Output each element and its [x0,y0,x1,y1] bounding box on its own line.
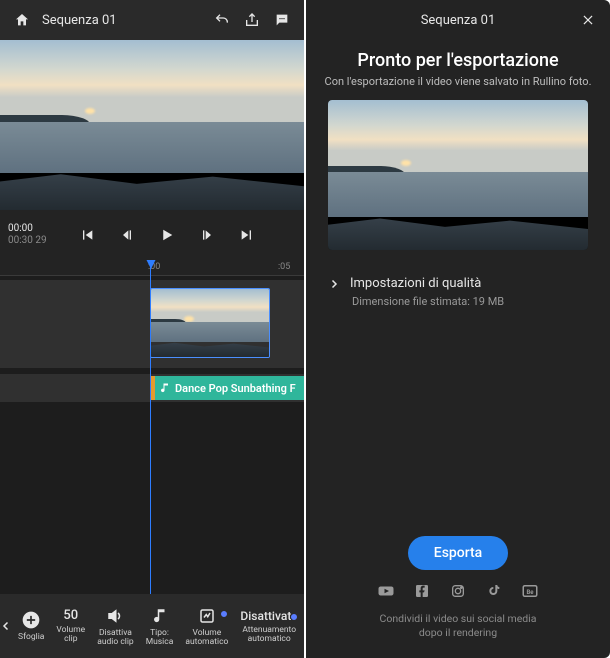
export-panel: Sequenza 01 Pronto per l'esportazione Co… [306,0,610,658]
quality-settings-label: Impostazioni di qualità [350,276,481,291]
social-row: Be [377,582,539,600]
quality-settings-row[interactable]: Impostazioni di qualità [306,268,610,295]
share-icon[interactable] [242,10,262,30]
sequence-title: Sequenza 01 [42,13,202,28]
comment-icon[interactable] [272,10,292,30]
play-icon[interactable] [158,226,176,244]
undo-icon[interactable] [212,10,232,30]
auto-duck-tool[interactable]: Disattivato Attenuamentoautomatico [234,609,304,644]
audio-track[interactable]: Dance Pop Sunbathing F [0,374,304,402]
export-subheading: Con l'esportazione il video viene salvat… [306,75,610,100]
share-note: Condividi il video sui social media dopo… [380,612,537,640]
music-icon [150,606,170,626]
browse-tool[interactable]: Sfoglia [12,610,50,642]
export-heading: Pronto per l'esportazione [306,40,610,75]
chevron-right-icon [328,278,340,290]
top-bar: Sequenza 01 [0,0,304,40]
youtube-icon[interactable] [377,582,395,600]
toolbar-back-icon[interactable] [0,620,12,632]
export-preview [328,100,588,250]
auto-volume-icon [197,606,217,626]
export-sequence-title: Sequenza 01 [421,13,496,28]
instagram-icon[interactable] [449,582,467,600]
step-back-icon[interactable] [118,226,136,244]
playhead[interactable] [150,260,151,594]
current-time: 00:00 [8,223,58,236]
auto-volume-tool[interactable]: Volumeautomatico [179,606,234,647]
home-icon[interactable] [12,10,32,30]
video-track[interactable] [0,280,304,368]
speaker-icon [105,606,125,626]
estimated-size: Dimensione file stimata: 19 MB [306,295,610,318]
step-forward-icon[interactable] [198,226,216,244]
preview-area[interactable] [0,40,304,210]
close-icon[interactable] [578,10,598,30]
audio-clip-label: Dance Pop Sunbathing F [175,382,296,395]
skip-start-icon[interactable] [78,226,96,244]
indicator-dot [290,613,298,621]
behance-icon[interactable]: Be [521,582,539,600]
indicator-dot [220,610,228,618]
editor-panel: Sequenza 01 00:00 00:30 29 : [0,0,304,658]
time-display: 00:00 00:30 29 [8,223,58,248]
svg-text:Be: Be [526,589,534,596]
bottom-toolbar: Sfoglia 50 Volumeclip Disattivaaudio cli… [0,594,304,658]
audio-clip[interactable]: Dance Pop Sunbathing F [150,376,304,400]
timeline[interactable]: :00 :05 Dance Pop Sunbathing F [0,260,304,594]
export-button[interactable]: Esporta [408,536,508,570]
export-footer: Esporta Be Condividi il video sui social… [306,536,610,658]
transport-row: 00:00 00:30 29 [0,210,304,260]
skip-end-icon[interactable] [238,226,256,244]
tiktok-icon[interactable] [485,582,503,600]
plus-circle-icon [21,610,41,630]
music-note-icon [159,382,171,394]
volume-clip-tool[interactable]: 50 Volumeclip [50,608,91,644]
video-clip[interactable] [150,288,270,358]
mute-clip-tool[interactable]: Disattivaaudio clip [91,606,139,647]
facebook-icon[interactable] [413,582,431,600]
type-music-tool[interactable]: Tipo:Musica [140,606,180,647]
export-top-bar: Sequenza 01 [306,0,610,40]
